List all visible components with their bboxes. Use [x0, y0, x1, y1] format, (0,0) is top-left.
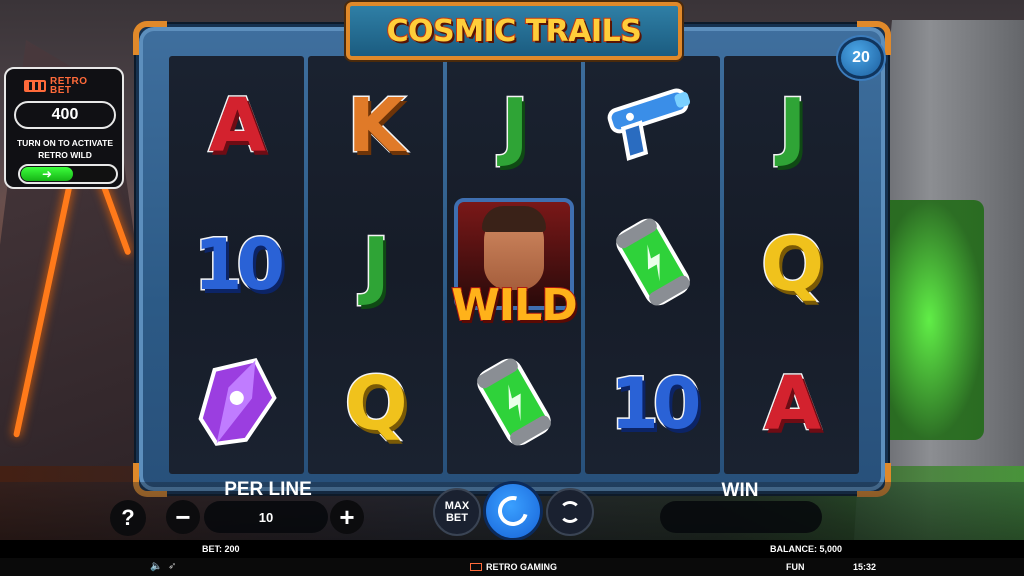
per-line-value: 10	[204, 501, 328, 533]
reel-1: A 10	[169, 56, 304, 474]
max-bet-line2: BET	[445, 512, 468, 524]
clock: 15:32	[853, 562, 877, 572]
green-glow	[874, 200, 984, 440]
sound-icon[interactable]: 🔈	[150, 561, 162, 573]
reel-grid: A 10 K J Q J WILD 10 J Q A	[169, 56, 859, 474]
max-bet-line1: MAX	[444, 500, 470, 512]
reel-cell: A	[724, 335, 859, 474]
symbol-q: Q	[760, 221, 826, 308]
retro-bet-hint: TURN ON TO ACTIVATE RETRO WILD	[16, 138, 113, 160]
reel-3: J WILD	[446, 56, 582, 474]
reel-cell: WILD	[447, 195, 582, 334]
reel-cell: K	[308, 56, 443, 195]
spin-icon	[492, 490, 534, 532]
paylines-badge: 20	[838, 37, 884, 79]
reel-cell	[169, 335, 304, 474]
win-value	[660, 501, 822, 533]
reel-cell: J	[447, 56, 582, 195]
reel-2: KJQ	[307, 56, 443, 474]
symbol-10: 10	[609, 363, 703, 446]
reel-cell: J	[308, 195, 443, 334]
battery-icon	[474, 354, 554, 455]
wild-symbol: WILD	[450, 196, 579, 334]
reel-cell	[585, 56, 720, 195]
game-title: COSMIC TRAILS	[386, 13, 643, 50]
symbol-j: J	[777, 82, 807, 169]
total-bet: BET: 200	[202, 544, 240, 554]
symbol-a: A	[207, 82, 267, 169]
turbo-icon[interactable]: ➶	[168, 561, 180, 573]
symbol-10: 10	[192, 223, 286, 306]
reel-cell: 10	[585, 335, 720, 474]
retro-bet-panel: RETRO BET 400 TURN ON TO ACTIVATE RETRO W…	[4, 67, 124, 189]
retro-logo-icon	[24, 80, 46, 92]
retro-wild-toggle[interactable]: ➜	[18, 164, 118, 184]
decrease-bet-button[interactable]: −	[166, 500, 200, 534]
increase-bet-button[interactable]: +	[330, 500, 364, 534]
brand: RETRO GAMING	[470, 562, 557, 572]
reel-cell: A	[169, 56, 304, 195]
reel-cell	[585, 195, 720, 334]
game-title-plaque: COSMIC TRAILS	[346, 2, 682, 60]
brand-name: RETRO GAMING	[486, 562, 557, 572]
symbol-j: J	[361, 221, 391, 308]
info-bar: BET: 200 BALANCE: 5,000	[0, 540, 1024, 558]
retro-bet-logo: RETRO BET	[24, 77, 88, 96]
reel-5: JQA	[724, 56, 859, 474]
reel-cell: 10	[169, 195, 304, 334]
gem-icon	[191, 352, 281, 457]
battery-icon	[613, 214, 693, 315]
symbol-j: J	[500, 82, 530, 169]
win-label: WIN	[721, 480, 759, 501]
footer-bar: 🔈 ➶ RETRO GAMING FUN 15:32	[0, 558, 1024, 576]
max-bet-button[interactable]: MAX BET	[433, 488, 481, 536]
balance: BALANCE: 5,000	[770, 544, 843, 554]
per-line-label: PER LINE	[224, 479, 312, 500]
autoplay-icon	[559, 501, 581, 523]
reel-cell: Q	[724, 195, 859, 334]
retro-logo-line2: BET	[50, 85, 72, 96]
reel-cell: Q	[308, 335, 443, 474]
symbol-q: Q	[343, 361, 409, 448]
symbol-k: K	[346, 82, 406, 169]
spin-button[interactable]	[483, 481, 543, 541]
retro-bet-value: 400	[14, 101, 116, 129]
reel-cell	[447, 335, 582, 474]
play-mode: FUN	[786, 562, 805, 572]
autoplay-button[interactable]	[546, 488, 594, 536]
reel-cell: J	[724, 56, 859, 195]
toggle-arrow-icon: ➜	[21, 167, 73, 181]
reel-4: 10	[585, 56, 721, 474]
retro-gaming-logo-icon	[470, 563, 482, 571]
help-button[interactable]: ?	[110, 500, 146, 536]
symbol-a: A	[762, 361, 822, 448]
laser-gun-icon	[603, 83, 703, 168]
wild-label: WILD	[450, 279, 578, 332]
